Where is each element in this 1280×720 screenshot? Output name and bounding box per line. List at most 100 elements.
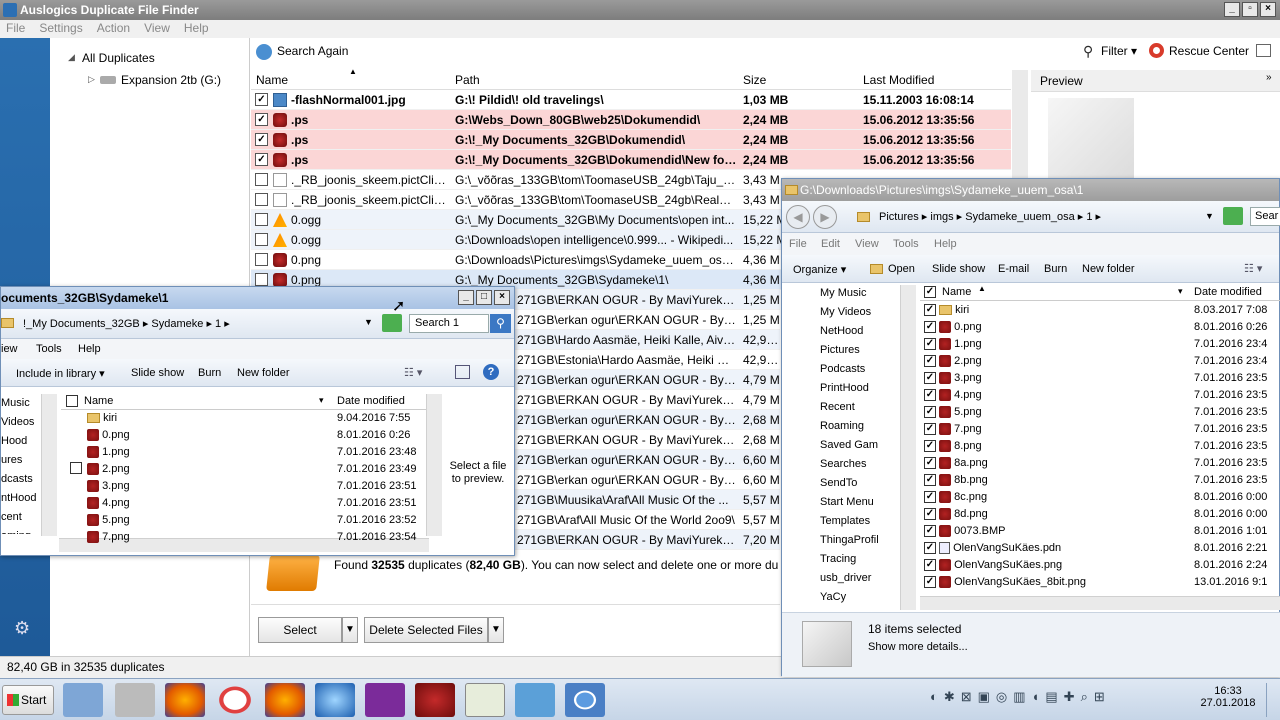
thunderbird-taskbar-icon[interactable] [315, 683, 355, 717]
explorer2-row-checkbox[interactable]: ✓ [924, 372, 936, 385]
result-row[interactable]: ✓ -flashNormal001.jpg G:\! Pildid\! old tr… [251, 90, 1011, 110]
row-checkbox[interactable] [255, 253, 268, 266]
explorer1-refresh-icon[interactable] [382, 314, 402, 332]
explorer2-file-row[interactable]: ✓ 8d.png 8.01.2016 0:00 [924, 506, 1280, 523]
tree-expand-icon[interactable]: ◢ [68, 52, 75, 63]
firefox-taskbar-icon[interactable] [165, 683, 205, 717]
result-row-partial[interactable]: 271GB\ERKAN OGUR - By MaviYurek\By... 1,2… [515, 290, 780, 310]
minimize-button[interactable]: _ [1224, 2, 1240, 17]
explorer2-forward-button[interactable]: ▶ [813, 205, 837, 229]
explorer1-crumb-2[interactable]: 1 [215, 318, 221, 330]
result-row-partial[interactable]: 271GB\Araf\All Music Of the World 2oo9\ 5… [515, 510, 780, 530]
explorer2-breadcrumb[interactable]: Pictures ▸ imgs ▸ Sydameke_uuem_osa ▸ 1 … [879, 210, 1189, 223]
filter-button[interactable]: Filter ▾ [1101, 44, 1137, 58]
explorer1-col-name-dropdown-icon[interactable]: ▾ [319, 395, 324, 406]
explorer2-file-row[interactable]: ✓ 7.png 7.01.2016 23:5 [924, 421, 1280, 438]
explorer1-minimize-button[interactable]: _ [458, 290, 474, 305]
explorer2-nav-item[interactable]: My Videos [820, 306, 902, 318]
explorer2-row-checkbox[interactable]: ✓ [924, 389, 936, 402]
menu-settings[interactable]: Settings [39, 20, 82, 38]
explorer1-row-checkbox[interactable] [70, 462, 82, 474]
result-row-partial[interactable]: 271GB\erkan ogur\ERKAN OGUR - By M... 1,2… [515, 310, 780, 330]
panel-toggle-icon[interactable] [1256, 44, 1271, 57]
explorer2-nav-item[interactable]: ThingaProfil [820, 534, 902, 546]
restore-button[interactable]: ▫ [1242, 2, 1258, 17]
explorer1-close-button[interactable]: × [494, 290, 510, 305]
explorer2-file-row[interactable]: ✓ 2.png 7.01.2016 23:4 [924, 353, 1280, 370]
result-row[interactable]: ✓ .ps G:\!_My Documents_32GB\Dokumendid\ 2,… [251, 130, 1011, 150]
explorer1-burn[interactable]: Burn [198, 367, 221, 379]
tree-collapse-icon[interactable]: ▷ [88, 74, 95, 85]
explorer1-nav-item[interactable]: aming [1, 530, 41, 534]
explorer2-row-checkbox[interactable]: ✓ [924, 525, 936, 538]
explorer1-nav-item[interactable]: cent [1, 511, 41, 523]
file-explorer-taskbar-icon[interactable] [63, 683, 103, 717]
explorer2-nav-scrollbar[interactable] [900, 285, 916, 610]
explorer1-search-input[interactable]: Search 1 [409, 314, 489, 333]
result-row-partial[interactable]: 271GB\ERKAN OGUR - By MaviYurek\By... 4,7… [515, 390, 780, 410]
explorer2-nav-item[interactable]: SendTo [820, 477, 902, 489]
explorer2-file-row[interactable]: ✓ 3.png 7.01.2016 23:5 [924, 370, 1280, 387]
explorer2-row-checkbox[interactable]: ✓ [924, 355, 936, 368]
row-checkbox[interactable] [255, 193, 268, 206]
firefox-alt-taskbar-icon[interactable] [265, 683, 305, 717]
explorer2-nav-item[interactable]: Tracing [820, 553, 902, 565]
explorer1-col-name[interactable]: Name [84, 395, 113, 407]
explorer2-menu-view[interactable]: View [855, 238, 879, 250]
explorer2-row-checkbox[interactable]: ✓ [924, 542, 936, 555]
explorer1-file-scrollbar[interactable] [426, 394, 442, 536]
explorer1-nav-scrollbar[interactable] [41, 394, 57, 536]
notepad-taskbar-icon[interactable] [465, 683, 505, 717]
explorer1-menu-help[interactable]: Help [78, 343, 101, 355]
explorer2-nav-item[interactable]: Start Menu [820, 496, 902, 508]
explorer1-new-folder[interactable]: New folder [237, 367, 290, 379]
col-name[interactable]: Name [256, 73, 288, 87]
explorer2-views-icon[interactable]: ☷ ▾ [1244, 262, 1262, 275]
explorer2-row-checkbox[interactable]: ✓ [924, 423, 936, 436]
explorer1-file-row[interactable]: kiri 9.04.2016 7:55 [87, 410, 423, 427]
explorer2-crumb-1[interactable]: imgs [930, 211, 953, 223]
result-row-partial[interactable]: 271GB\Estonia\Hardo Aasmäe, Heiki Kal...… [515, 350, 781, 370]
close-button[interactable]: × [1260, 2, 1276, 17]
col-path[interactable]: Path [455, 73, 480, 87]
explorer2-row-checkbox[interactable]: ✓ [924, 559, 936, 572]
show-desktop-button[interactable] [1266, 683, 1278, 717]
menu-action[interactable]: Action [97, 20, 130, 38]
explorer1-preview-pane-icon[interactable] [455, 365, 470, 379]
explorer2-burn[interactable]: Burn [1044, 263, 1067, 275]
explorer2-nav-item[interactable]: usb_driver [820, 572, 902, 584]
explorer1-file-row[interactable]: 2.png 7.01.2016 23:49 [87, 461, 423, 478]
explorer2-search-input[interactable]: Sear [1250, 207, 1280, 226]
explorer2-menu-help[interactable]: Help [934, 238, 957, 250]
explorer2-col-date[interactable]: Date modified [1194, 286, 1262, 298]
result-row-partial[interactable]: 271GB\Hardo Aasmäe, Heiki Kalle, Aivar..… [515, 330, 781, 350]
result-row-partial[interactable]: 271GB\ERKAN OGUR - By MaviYurek\By... 2,6… [515, 430, 780, 450]
explorer2-nav-item[interactable]: Searches [820, 458, 902, 470]
delete-selected-button[interactable]: Delete Selected Files [364, 617, 488, 643]
explorer2-row-checkbox[interactable]: ✓ [924, 491, 936, 504]
explorer2-organize[interactable]: Organize ▾ [793, 263, 846, 276]
explorer2-menu-edit[interactable]: Edit [821, 238, 840, 250]
explorer1-file-row[interactable]: 3.png 7.01.2016 23:51 [87, 478, 423, 495]
explorer2-open[interactable]: Open [888, 263, 915, 275]
explorer2-file-row[interactable]: ✓ 5.png 7.01.2016 23:5 [924, 404, 1280, 421]
explorer2-col-name[interactable]: Name [942, 286, 971, 298]
explorer2-file-row[interactable]: ✓ OlenVangSuKäes.png 8.01.2016 2:24 [924, 557, 1280, 574]
explorer2-file-row[interactable]: ✓ 0073.BMP 8.01.2016 1:01 [924, 523, 1280, 540]
tree-drive[interactable]: Expansion 2tb (G:) [121, 73, 221, 87]
search-again-button[interactable]: Search Again [277, 44, 348, 58]
row-checkbox[interactable] [255, 273, 268, 286]
explorer1-address-dropdown-icon[interactable]: ▼ [364, 317, 373, 327]
paint-app-taskbar-icon[interactable] [415, 683, 455, 717]
menu-file[interactable]: File [6, 20, 25, 38]
explorer2-col-name-dropdown-icon[interactable]: ▾ [1178, 286, 1183, 297]
explorer1-nav-item[interactable]: ures [1, 454, 41, 466]
explorer2-menu-file[interactable]: File [789, 238, 807, 250]
explorer2-row-checkbox[interactable]: ✓ [924, 474, 936, 487]
row-checkbox[interactable] [255, 173, 268, 186]
clock[interactable]: 16:33 27.01.2018 [1196, 685, 1260, 709]
row-checkbox[interactable] [255, 233, 268, 246]
explorer1-file-row[interactable]: 4.png 7.01.2016 23:51 [87, 495, 423, 512]
preview-collapse-icon[interactable]: » [1266, 72, 1272, 83]
explorer2-row-checkbox[interactable]: ✓ [924, 321, 936, 334]
